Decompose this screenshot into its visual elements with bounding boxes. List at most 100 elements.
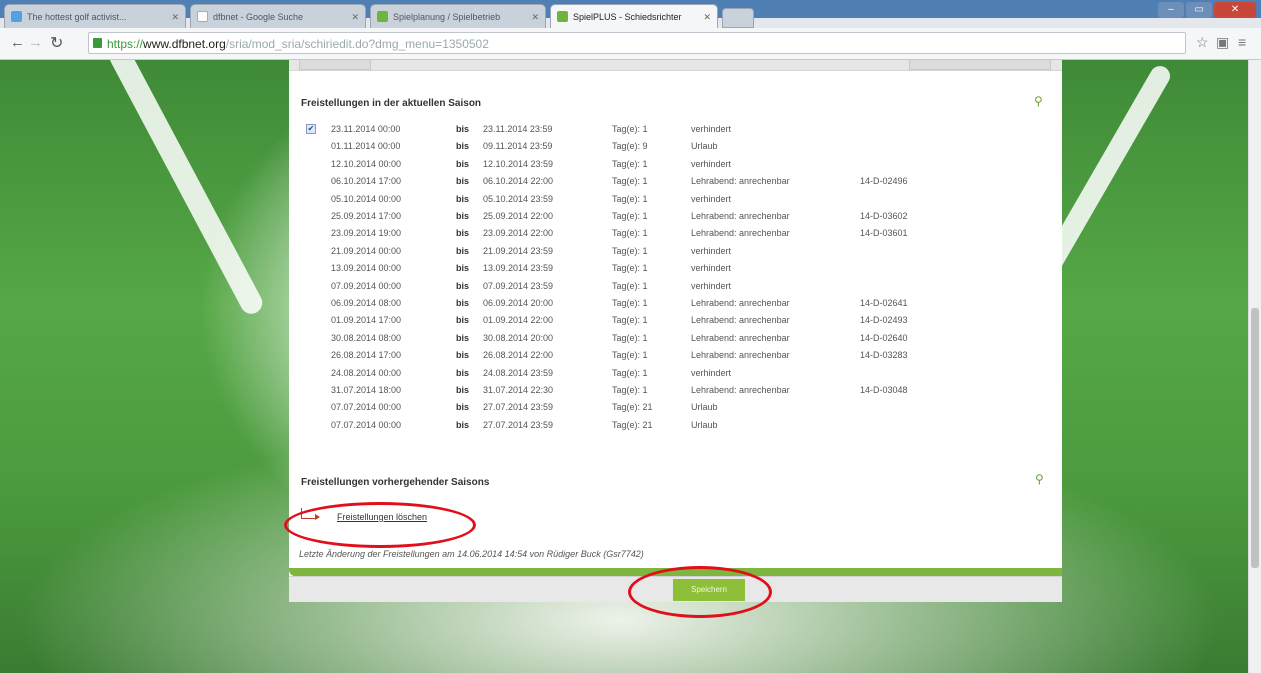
bis-label: bis bbox=[456, 176, 470, 187]
bis-label: bis bbox=[456, 350, 470, 361]
panel-tab-left[interactable] bbox=[299, 60, 371, 70]
from-date: 06.10.2014 17:00 bbox=[331, 176, 402, 187]
address-bar[interactable]: https://www.dfbnet.org/sria/mod_sria/sch… bbox=[88, 32, 1186, 54]
close-tab-icon[interactable]: ✕ bbox=[351, 5, 359, 28]
bis-label: bis bbox=[456, 280, 470, 291]
to-date: 07.09.2014 23:59 bbox=[483, 280, 554, 291]
bookmark-star-icon[interactable]: ☆ bbox=[1196, 34, 1209, 51]
tab-golf[interactable]: The hottest golf activist... ✕ bbox=[4, 4, 186, 28]
day-count: Tag(e): 1 bbox=[612, 158, 648, 169]
pitch-line-left bbox=[105, 60, 267, 318]
to-date: 24.08.2014 23:59 bbox=[483, 367, 554, 378]
close-tab-icon[interactable]: ✕ bbox=[703, 5, 711, 28]
reason: verhindert bbox=[691, 280, 732, 291]
minimize-icon[interactable]: – bbox=[1158, 2, 1185, 18]
reason: Lehrabend: anrechenbar bbox=[691, 176, 790, 187]
to-date: 26.08.2014 22:00 bbox=[483, 350, 554, 361]
bis-label: bis bbox=[456, 402, 470, 413]
day-count: Tag(e): 21 bbox=[612, 402, 653, 413]
to-date: 27.07.2014 23:59 bbox=[483, 419, 554, 430]
url-host: www.dfbnet.org bbox=[143, 37, 226, 51]
exemption-row: 05.10.2014 00:00 bis 05.10.2014 23:59 Tag(e… bbox=[289, 191, 1062, 209]
expand-icon[interactable]: ⚲ bbox=[1035, 472, 1044, 486]
day-count: Tag(e): 1 bbox=[612, 176, 648, 187]
tab-label: SpielPLUS - Schiedsrichter bbox=[573, 12, 682, 22]
scrollbar-thumb[interactable] bbox=[1251, 308, 1259, 568]
to-date: 13.09.2014 23:59 bbox=[483, 263, 554, 274]
reason: verhindert bbox=[691, 193, 732, 204]
reference-number: 14-D-02640 bbox=[860, 332, 908, 343]
reason: verhindert bbox=[691, 124, 732, 134]
last-change-note: Letzte Änderung der Freistellungen am 14… bbox=[299, 549, 644, 559]
extension-icon[interactable]: ▣ bbox=[1216, 34, 1229, 51]
reference-number: 14-D-03283 bbox=[860, 350, 908, 361]
day-count: Tag(e): 1 bbox=[612, 350, 648, 361]
tab-label: The hottest golf activist... bbox=[27, 12, 127, 22]
browser-toolbar: ← → ↻ https://www.dfbnet.org/sria/mod_sr… bbox=[0, 28, 1261, 60]
current-season-title: Freistellungen in der aktuellen Saison bbox=[301, 98, 482, 109]
from-date: 05.10.2014 00:00 bbox=[331, 193, 402, 204]
bis-label: bis bbox=[456, 367, 470, 378]
to-date: 06.10.2014 22:00 bbox=[483, 176, 554, 187]
maximize-icon[interactable]: ▭ bbox=[1186, 2, 1213, 18]
row-checkbox[interactable]: ✔ bbox=[306, 124, 316, 134]
from-date: 06.09.2014 08:00 bbox=[331, 298, 402, 308]
reason: Urlaub bbox=[691, 419, 718, 430]
from-date: 25.09.2014 17:00 bbox=[331, 211, 402, 221]
lock-icon bbox=[93, 38, 102, 48]
forward-arrow-icon[interactable]: → bbox=[28, 34, 43, 51]
vertical-scrollbar[interactable] bbox=[1248, 60, 1261, 673]
exemption-row: 24.08.2014 00:00 bis 24.08.2014 23:59 Tag(e… bbox=[289, 365, 1062, 383]
from-date: 31.07.2014 18:00 bbox=[331, 385, 402, 395]
bis-label: bis bbox=[456, 124, 470, 134]
tab-label: dfbnet - Google Suche bbox=[213, 12, 304, 22]
bis-label: bis bbox=[456, 211, 470, 221]
from-date: 26.08.2014 17:00 bbox=[331, 350, 402, 361]
panel-tab-right[interactable] bbox=[909, 60, 1051, 70]
day-count: Tag(e): 1 bbox=[612, 315, 648, 326]
exemption-row: 07.09.2014 00:00 bis 07.09.2014 23:59 Tag(e… bbox=[289, 278, 1062, 296]
tab-spielplus[interactable]: SpielPLUS - Schiedsrichter ✕ bbox=[550, 4, 718, 28]
to-date: 27.07.2014 23:59 bbox=[483, 402, 554, 413]
exemption-row: 31.07.2014 18:00 bis 31.07.2014 22:30 Tag(e… bbox=[289, 382, 1062, 400]
day-count: Tag(e): 1 bbox=[612, 124, 648, 134]
close-window-icon[interactable]: ✕ bbox=[1214, 2, 1256, 18]
annotation-circle-save bbox=[628, 566, 772, 618]
day-count: Tag(e): 1 bbox=[612, 245, 648, 256]
new-tab-button[interactable] bbox=[722, 8, 754, 28]
tab-spielplanung[interactable]: Spielplanung / Spielbetrieb ✕ bbox=[370, 4, 546, 28]
to-date: 23.11.2014 23:59 bbox=[483, 124, 553, 134]
day-count: Tag(e): 1 bbox=[612, 298, 648, 308]
page-viewport: Freistellungen in der aktuellen Saison ⚲… bbox=[0, 60, 1248, 673]
from-date: 07.07.2014 00:00 bbox=[331, 402, 402, 413]
tab-label: Spielplanung / Spielbetrieb bbox=[393, 12, 501, 22]
menu-icon[interactable]: ≡ bbox=[1238, 34, 1246, 50]
from-date: 23.11.2014 00:00 bbox=[331, 124, 401, 134]
bis-label: bis bbox=[456, 158, 470, 169]
reason: Urlaub bbox=[691, 402, 718, 413]
collapse-icon[interactable]: ⚲ bbox=[1034, 94, 1043, 108]
to-date: 01.09.2014 22:00 bbox=[483, 315, 554, 326]
reason: Lehrabend: anrechenbar bbox=[691, 315, 790, 326]
page-favicon-icon bbox=[11, 11, 22, 22]
reason: Lehrabend: anrechenbar bbox=[691, 228, 790, 239]
day-count: Tag(e): 1 bbox=[612, 280, 648, 291]
previous-seasons-title: Freistellungen vorhergehender Saisons bbox=[301, 477, 490, 488]
from-date: 13.09.2014 00:00 bbox=[331, 263, 402, 274]
reference-number: 14-D-02493 bbox=[860, 315, 908, 326]
exemption-row: 12.10.2014 00:00 bis 12.10.2014 23:59 Tag(e… bbox=[289, 156, 1062, 174]
back-arrow-icon[interactable]: ← bbox=[10, 34, 25, 51]
reload-icon[interactable]: ↻ bbox=[50, 33, 63, 53]
bis-label: bis bbox=[456, 385, 470, 395]
bis-label: bis bbox=[456, 141, 470, 152]
close-tab-icon[interactable]: ✕ bbox=[171, 5, 179, 28]
tab-google[interactable]: dfbnet - Google Suche ✕ bbox=[190, 4, 366, 28]
exemption-row: 30.08.2014 08:00 bis 30.08.2014 20:00 Tag(e… bbox=[289, 330, 1062, 348]
close-tab-icon[interactable]: ✕ bbox=[531, 5, 539, 28]
exemption-row: 13.09.2014 00:00 bis 13.09.2014 23:59 Tag(e… bbox=[289, 260, 1062, 278]
from-date: 23.09.2014 19:00 bbox=[331, 228, 402, 239]
exemption-row: 07.07.2014 00:00 bis 27.07.2014 23:59 Tag(e… bbox=[289, 399, 1062, 417]
exemption-row: 26.08.2014 17:00 bis 26.08.2014 22:00 Tag(e… bbox=[289, 347, 1062, 365]
day-count: Tag(e): 1 bbox=[612, 332, 648, 343]
reason: Lehrabend: anrechenbar bbox=[691, 298, 790, 308]
